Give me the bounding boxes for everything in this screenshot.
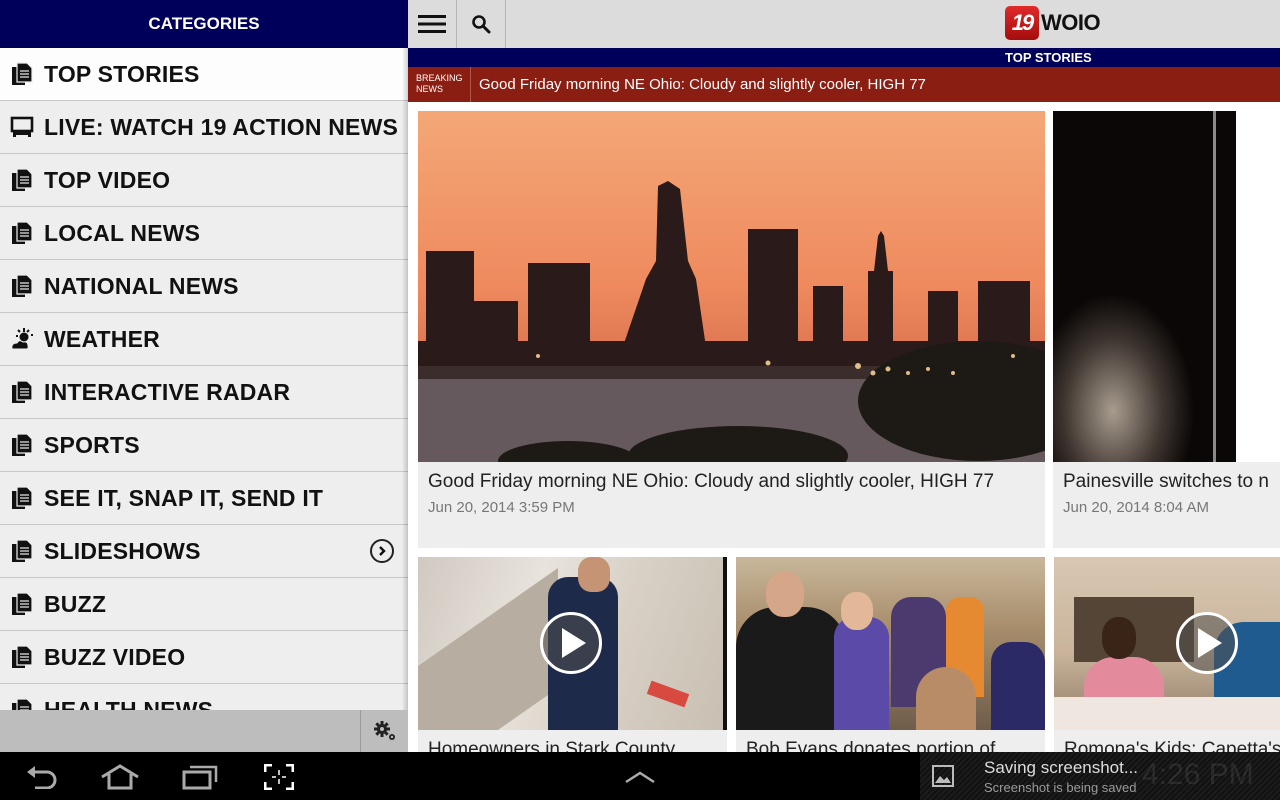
settings-button[interactable]: [360, 710, 408, 752]
image-icon: [932, 765, 954, 787]
documents-icon: [10, 539, 34, 563]
sidebar-item-label: LIVE: WATCH 19 ACTION NEWS: [44, 113, 399, 140]
play-video-icon[interactable]: [540, 612, 602, 674]
sidebar-item-label: INTERACTIVE RADAR: [44, 378, 291, 405]
search-icon: [472, 15, 491, 34]
top-action-bar: 19 WOIO: [408, 0, 1280, 48]
story-image: [1053, 111, 1280, 462]
station-logo: 19 WOIO: [1005, 6, 1101, 40]
story-image: [1054, 557, 1280, 730]
chevron-right-circle-icon[interactable]: [370, 539, 394, 563]
story-title: Painesville switches to n: [1063, 471, 1269, 492]
story-card[interactable]: Homeowners in Stark County: [418, 557, 727, 752]
status-clock: 4:26 PM: [1142, 758, 1254, 791]
category-list[interactable]: TOP STORIES LIVE: WATCH 19 ACTION NEWS TOP…: [0, 48, 408, 710]
screenshot-icon: [264, 764, 294, 790]
drawer-footer: [0, 710, 408, 752]
sidebar-item-local-news[interactable]: LOCAL NEWS: [0, 207, 408, 260]
sidebar-item-label: SEE IT, SNAP IT, SEND IT: [44, 484, 324, 511]
back-icon: [27, 766, 57, 789]
categories-drawer: CATEGORIES TOP STORIES LIVE: WATCH 19 ACT…: [0, 0, 408, 752]
expand-notifications-button[interactable]: [610, 760, 670, 794]
documents-icon: [10, 62, 34, 86]
logo-badge: 19: [1005, 6, 1039, 40]
story-card[interactable]: Romona's Kids: Capetta's: [1054, 557, 1280, 752]
documents-icon: [10, 221, 34, 245]
search-button[interactable]: [457, 0, 506, 48]
screenshot-button[interactable]: [249, 760, 309, 794]
recent-apps-icon: [182, 765, 218, 790]
sidebar-item-label: BUZZ: [44, 590, 107, 617]
sidebar-item-health-news[interactable]: HEALTH NEWS: [0, 684, 408, 710]
sidebar-item-label: WEATHER: [44, 325, 160, 352]
recent-apps-button[interactable]: [170, 760, 230, 794]
breaking-label-line1: BREAKING: [416, 73, 463, 83]
documents-icon: [10, 274, 34, 298]
sidebar-item-top-video[interactable]: TOP VIDEO: [0, 154, 408, 207]
main-content: 19 WOIO TOP STORIES BREAKING NEWS Good F…: [408, 0, 1280, 752]
story-date: Jun 20, 2014 3:59 PM: [428, 499, 575, 516]
home-icon: [101, 764, 139, 790]
sidebar-item-label: BUZZ VIDEO: [44, 643, 186, 670]
documents-icon: [10, 168, 34, 192]
sidebar-item-label: TOP VIDEO: [44, 166, 171, 193]
story-card[interactable]: Bob Evans donates portion of: [736, 557, 1045, 752]
sidebar-item-label: TOP STORIES: [44, 60, 200, 87]
documents-icon: [10, 380, 34, 404]
documents-icon: [10, 433, 34, 457]
documents-icon: [10, 698, 34, 710]
documents-icon: [10, 486, 34, 510]
story-title: Bob Evans donates portion of: [746, 739, 996, 752]
breaking-news-label: BREAKING NEWS: [408, 67, 471, 102]
menu-button[interactable]: [408, 0, 457, 48]
section-title: TOP STORIES: [1005, 50, 1092, 65]
sidebar-item-label: NATIONAL NEWS: [44, 272, 239, 299]
home-button[interactable]: [90, 760, 150, 794]
story-title: Homeowners in Stark County: [428, 739, 676, 752]
story-image: [736, 557, 1045, 730]
sidebar-item-slideshows[interactable]: SLIDESHOWS: [0, 525, 408, 578]
sidebar-item-weather[interactable]: WEATHER: [0, 313, 408, 366]
story-image: [418, 111, 1045, 462]
drawer-header: CATEGORIES: [0, 0, 408, 48]
back-button[interactable]: [12, 760, 72, 794]
breaking-label-line2: NEWS: [416, 84, 443, 94]
story-date: Jun 20, 2014 8:04 AM: [1063, 499, 1209, 516]
play-video-icon[interactable]: [1176, 612, 1238, 674]
story-title: Good Friday morning NE Ohio: Cloudy and …: [428, 471, 995, 492]
notification-title: Saving screenshot...: [984, 758, 1139, 777]
sidebar-item-buzz-video[interactable]: BUZZ VIDEO: [0, 631, 408, 684]
breaking-news-text: Good Friday morning NE Ohio: Cloudy and …: [479, 76, 926, 93]
system-navigation-bar: 4:26 PM Saving screenshot... Screenshot …: [0, 752, 1280, 800]
story-card[interactable]: Painesville switches to n Jun 20, 2014 8…: [1053, 111, 1280, 548]
documents-icon: [10, 645, 34, 669]
sidebar-item-label: SLIDESHOWS: [44, 537, 201, 564]
weather-sun-cloud-icon: [10, 327, 34, 351]
story-card[interactable]: Good Friday morning NE Ohio: Cloudy and …: [418, 111, 1045, 548]
sidebar-item-sports[interactable]: SPORTS: [0, 419, 408, 472]
sidebar-item-live-watch-19-action-news[interactable]: LIVE: WATCH 19 ACTION NEWS: [0, 101, 408, 154]
sidebar-item-top-stories[interactable]: TOP STORIES: [0, 48, 408, 101]
sidebar-item-see-it-snap-it-send-it[interactable]: SEE IT, SNAP IT, SEND IT: [0, 472, 408, 525]
breaking-news-bar[interactable]: BREAKING NEWS Good Friday morning NE Ohi…: [408, 67, 1280, 102]
hamburger-menu-icon: [418, 15, 446, 33]
sidebar-item-interactive-radar[interactable]: INTERACTIVE RADAR: [0, 366, 408, 419]
sidebar-item-national-news[interactable]: NATIONAL NEWS: [0, 260, 408, 313]
section-title-bar: TOP STORIES: [408, 48, 1280, 67]
sidebar-item-label: HEALTH NEWS: [44, 696, 214, 711]
expand-up-icon: [625, 771, 655, 784]
screenshot-notification[interactable]: 4:26 PM Saving screenshot... Screenshot …: [920, 752, 1280, 800]
notification-subtitle: Screenshot is being saved: [984, 780, 1137, 795]
story-title: Romona's Kids: Capetta's: [1064, 739, 1280, 752]
sidebar-item-label: SPORTS: [44, 431, 140, 458]
sidebar-item-buzz[interactable]: BUZZ: [0, 578, 408, 631]
settings-gears-icon: [373, 721, 395, 740]
documents-icon: [10, 592, 34, 616]
sidebar-item-label: LOCAL NEWS: [44, 219, 201, 246]
monitor-icon: [10, 115, 34, 139]
logo-text: WOIO: [1041, 10, 1101, 35]
app-root: 19 WOIO TOP STORIES BREAKING NEWS Good F…: [0, 0, 1280, 800]
